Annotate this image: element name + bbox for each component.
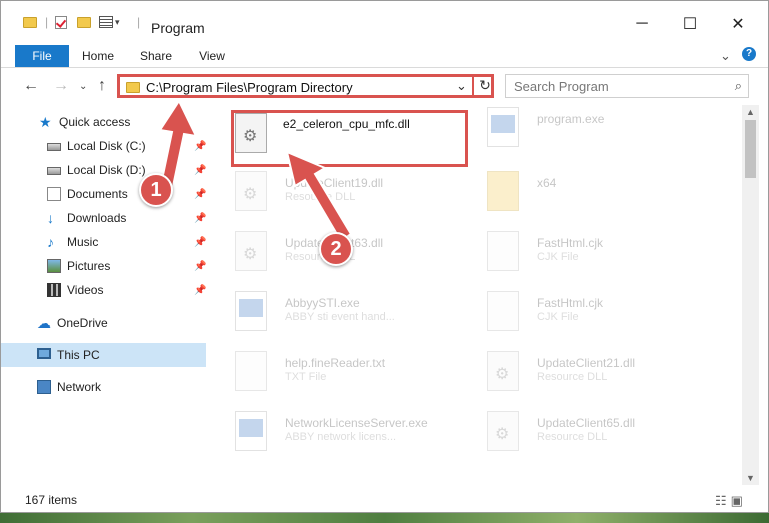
videos-icon bbox=[47, 283, 61, 297]
separator: | bbox=[45, 15, 49, 29]
expand-ribbon-icon[interactable]: ⌄ bbox=[720, 48, 731, 64]
file-type: Resource DLL bbox=[537, 371, 608, 383]
drive-icon bbox=[47, 143, 61, 151]
file-name: AbbyySTI.exe bbox=[285, 296, 360, 310]
view-mode-icons[interactable]: ☷▣ bbox=[715, 493, 747, 509]
file-type: ABBY sti event hand... bbox=[285, 311, 395, 323]
pictures-icon bbox=[47, 259, 61, 273]
address-path[interactable]: C:\Program Files\Program Directory bbox=[146, 80, 353, 95]
recent-chevron-icon[interactable]: ⌄ bbox=[79, 81, 87, 92]
folder-icon bbox=[487, 171, 519, 211]
search-box[interactable]: Search Program ⌕ bbox=[505, 74, 749, 98]
pin-icon[interactable]: 📌 bbox=[194, 285, 206, 296]
documents-icon bbox=[47, 187, 61, 201]
file-name: program.exe bbox=[537, 112, 605, 126]
help-icon[interactable]: ? bbox=[742, 47, 756, 61]
dll-file-icon bbox=[487, 411, 519, 451]
desktop-background bbox=[0, 513, 769, 523]
scroll-down-icon[interactable]: ▼ bbox=[746, 473, 755, 483]
cloud-icon: ☁ bbox=[37, 315, 51, 331]
tab-view[interactable]: View bbox=[189, 45, 235, 67]
pin-icon[interactable]: 📌 bbox=[194, 261, 206, 272]
file-name: FastHtml.cjk bbox=[537, 296, 603, 310]
sidebar-item-label: This PC bbox=[57, 348, 100, 362]
star-icon: ★ bbox=[39, 114, 52, 130]
ribbon-tabs: File Home Share View bbox=[1, 45, 768, 68]
file-name: x64 bbox=[537, 176, 557, 190]
window-title: Program bbox=[151, 20, 205, 36]
folder-icon bbox=[126, 82, 140, 93]
search-input[interactable]: Search Program bbox=[514, 79, 609, 94]
dll-file-icon bbox=[487, 351, 519, 391]
view-properties-icon[interactable] bbox=[99, 13, 113, 31]
refresh-icon[interactable]: ↻ bbox=[472, 74, 496, 98]
pin-icon[interactable]: 📌 bbox=[194, 213, 206, 224]
maximize-button[interactable]: ☐ bbox=[667, 9, 713, 39]
address-bar[interactable]: C:\Program Files\Program Directory ⌄ ↻ bbox=[117, 74, 494, 98]
download-icon: ↓ bbox=[47, 210, 54, 226]
sidebar-item-label: Network bbox=[57, 380, 102, 394]
file-name: UpdateClient21.dll bbox=[537, 356, 636, 370]
search-icon[interactable]: ⌕ bbox=[735, 78, 742, 94]
file-type: Resource DLL bbox=[537, 431, 608, 443]
pc-icon bbox=[37, 348, 51, 359]
file-type: ABBY network licens... bbox=[285, 431, 397, 443]
file-name: FastHtml.cjk bbox=[537, 236, 603, 250]
sidebar-item-label: Downloads bbox=[67, 211, 127, 225]
scroll-thumb[interactable] bbox=[745, 120, 756, 178]
file-name: NetworkLicenseServer.exe bbox=[285, 416, 428, 430]
sidebar-item-label: Videos bbox=[67, 283, 104, 297]
file-name: help.fineReader.txt bbox=[285, 356, 386, 370]
explorer-window: | ▾ | Program ─ ☐ ✕ File Home Share View… bbox=[0, 0, 769, 513]
network-icon bbox=[37, 380, 51, 394]
separator: | bbox=[137, 15, 141, 29]
text-file-icon bbox=[235, 351, 267, 391]
folder-icon bbox=[23, 13, 37, 31]
tab-share[interactable]: Share bbox=[131, 45, 181, 67]
selection-highlight bbox=[1, 343, 206, 367]
navigation-bar: ← → ⌄ ↑ C:\Program Files\Program Directo… bbox=[1, 71, 768, 101]
file-icon bbox=[487, 291, 519, 331]
tab-file[interactable]: File bbox=[15, 45, 69, 67]
file-type: CJK File bbox=[537, 251, 579, 263]
sidebar-item-label: Quick access bbox=[59, 115, 131, 129]
file-name: UpdateClient65.dll bbox=[537, 416, 636, 430]
file-icon bbox=[487, 231, 519, 271]
properties-check-icon[interactable] bbox=[55, 13, 67, 31]
up-arrow-icon[interactable]: ↑ bbox=[98, 77, 106, 95]
close-button[interactable]: ✕ bbox=[715, 9, 761, 39]
sidebar-item-label: Documents bbox=[67, 187, 128, 201]
dll-file-icon bbox=[235, 171, 267, 211]
forward-arrow-icon[interactable]: → bbox=[53, 77, 69, 95]
sidebar-item-label: Pictures bbox=[67, 259, 111, 273]
back-arrow-icon[interactable]: ← bbox=[23, 77, 39, 95]
sidebar-item-label: Music bbox=[67, 235, 99, 249]
drive-icon bbox=[47, 167, 61, 175]
exe-file-icon bbox=[235, 411, 267, 451]
scroll-up-icon[interactable]: ▲ bbox=[746, 107, 755, 117]
dll-file-icon bbox=[235, 231, 267, 271]
music-icon: ♪ bbox=[47, 234, 54, 250]
item-count: 167 items bbox=[25, 493, 78, 507]
exe-file-icon bbox=[235, 291, 267, 331]
sidebar-item-label: Local Disk (C:) bbox=[67, 139, 146, 153]
step-badge-2: 2 bbox=[319, 232, 353, 266]
tab-home[interactable]: Home bbox=[75, 45, 121, 67]
sidebar-item-label: Local Disk (D:) bbox=[67, 163, 146, 177]
vertical-scrollbar[interactable]: ▲ ▼ bbox=[742, 105, 759, 485]
title-bar: | ▾ | Program ─ ☐ ✕ bbox=[1, 1, 768, 41]
pin-icon[interactable]: 📌 bbox=[194, 237, 206, 248]
customize-chevron-icon[interactable]: ▾ bbox=[115, 13, 120, 31]
file-type: TXT File bbox=[285, 371, 327, 383]
new-folder-icon[interactable] bbox=[77, 13, 91, 31]
step-badge-1: 1 bbox=[139, 173, 173, 207]
exe-file-icon bbox=[487, 107, 519, 147]
minimize-button[interactable]: ─ bbox=[619, 9, 665, 39]
address-dropdown-icon[interactable]: ⌄ bbox=[456, 78, 467, 94]
sidebar-item-label: OneDrive bbox=[57, 316, 108, 330]
file-type: CJK File bbox=[537, 311, 579, 323]
